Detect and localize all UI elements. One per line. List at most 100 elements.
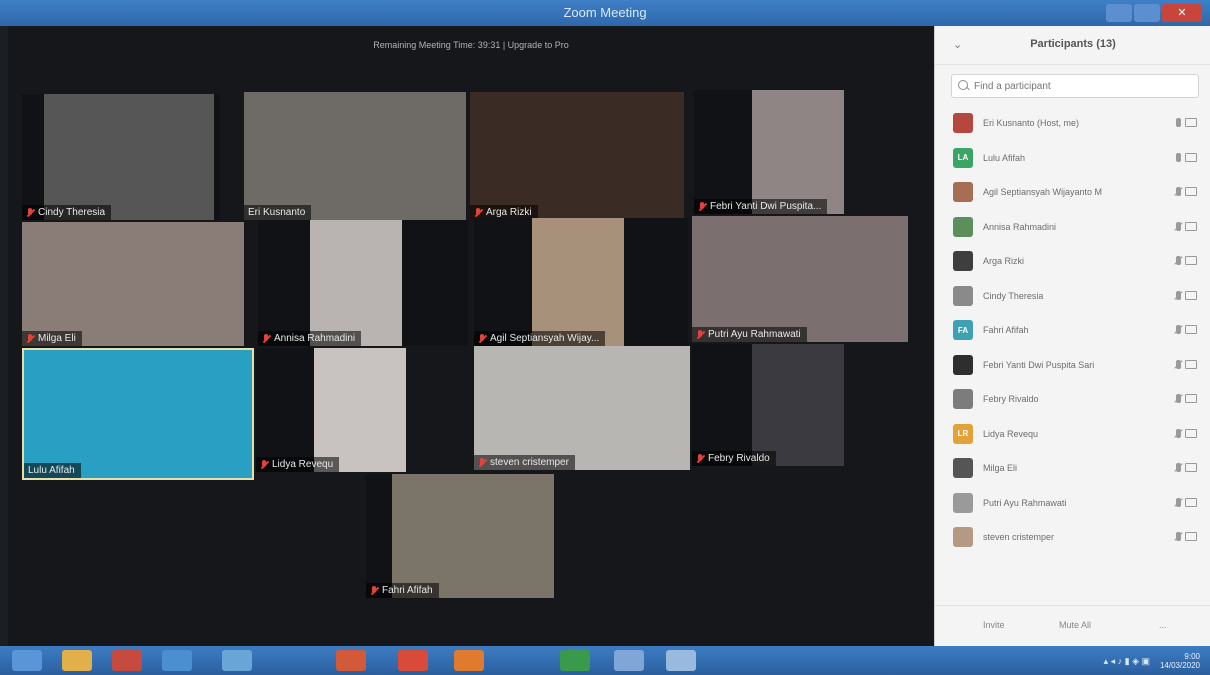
- mic-muted-icon[interactable]: [1176, 256, 1181, 265]
- video-tile[interactable]: Arga Rizki: [470, 92, 684, 220]
- video-tile[interactable]: Agil Septiansyah Wijay...: [474, 218, 688, 346]
- tile-label: steven cristemper: [474, 455, 575, 470]
- video-tile[interactable]: Fahri Afifah: [366, 474, 554, 598]
- avatar: LR: [953, 423, 973, 444]
- mic-muted-icon: [26, 333, 34, 344]
- participant-name: Milga Eli: [983, 463, 1018, 474]
- mic-muted-icon[interactable]: [1176, 463, 1181, 472]
- video-tile[interactable]: Cindy Theresia: [22, 94, 220, 220]
- mic-muted-icon: [474, 207, 482, 218]
- participant-row[interactable]: steven cristemper: [945, 520, 1205, 555]
- explorer-icon[interactable]: [62, 650, 92, 671]
- video-tile[interactable]: Eri Kusnanto: [244, 92, 466, 220]
- media-icon[interactable]: [222, 650, 252, 671]
- participants-title: Participants (13): [1030, 38, 1116, 50]
- video-tile[interactable]: Febri Yanti Dwi Puspita...: [694, 90, 844, 214]
- participant-name: Lidya Revequ: [983, 428, 1039, 439]
- mic-muted-icon[interactable]: [1176, 290, 1181, 300]
- mic-icon[interactable]: [1176, 152, 1181, 162]
- video-feed: [314, 348, 406, 472]
- window-title: Zoom Meeting: [563, 5, 647, 20]
- avatar: [953, 389, 973, 410]
- video-feed: [392, 474, 554, 598]
- camera-icon[interactable]: [1185, 532, 1197, 541]
- more-button[interactable]: ...: [1159, 620, 1167, 630]
- minimize-button[interactable]: [1106, 4, 1132, 22]
- camera-icon[interactable]: [1185, 118, 1197, 127]
- video-feed: [752, 344, 844, 466]
- window-titlebar: Zoom Meeting ✕: [0, 0, 1210, 26]
- invite-button[interactable]: Invite: [983, 620, 1005, 630]
- mic-muted-icon[interactable]: [1176, 394, 1181, 403]
- camera-icon[interactable]: [1185, 152, 1197, 162]
- camera-icon[interactable]: [1185, 290, 1197, 300]
- participant-row[interactable]: Putri Ayu Rahmawati: [945, 486, 1205, 521]
- mic-muted-icon[interactable]: [1176, 497, 1181, 507]
- avatar: LA: [953, 147, 973, 168]
- video-tile[interactable]: Lidya Revequ: [256, 348, 406, 472]
- search-input[interactable]: [972, 77, 1196, 95]
- avatar: [953, 113, 973, 134]
- chrome-icon[interactable]: [112, 650, 142, 671]
- participant-row[interactable]: Febri Yanti Dwi Puspita Sari: [945, 348, 1205, 383]
- camera-icon[interactable]: [1185, 325, 1197, 334]
- files-icon[interactable]: [162, 650, 192, 671]
- word-icon[interactable]: [398, 650, 428, 671]
- tile-label: Agil Septiansyah Wijay...: [474, 331, 606, 346]
- tile-label: Annisa Rahmadini: [258, 331, 362, 346]
- camera-icon[interactable]: [1185, 497, 1197, 507]
- system-tray[interactable]: ▴ ◂ ♪ ▮ ◈ ▣: [1104, 656, 1150, 667]
- video-tile[interactable]: Milga Eli: [22, 222, 244, 346]
- mic-muted-icon[interactable]: [1176, 221, 1181, 231]
- mic-muted-icon[interactable]: [1176, 532, 1181, 541]
- mute-all-button[interactable]: Mute All: [1059, 620, 1091, 630]
- zoom-icon[interactable]: [666, 650, 696, 671]
- camera-icon[interactable]: [1185, 463, 1197, 472]
- mic-muted-icon[interactable]: [1176, 428, 1181, 438]
- meeting-time-banner[interactable]: Remaining Meeting Time: 39:31 | Upgrade …: [8, 40, 934, 50]
- video-tile[interactable]: steven cristemper: [474, 346, 690, 470]
- camera-icon[interactable]: [1185, 187, 1197, 196]
- mic-muted-icon: [260, 459, 268, 470]
- mic-muted-icon[interactable]: [1176, 359, 1181, 369]
- video-tile-active-speaker[interactable]: Lulu Afifah: [22, 348, 254, 480]
- video-tile[interactable]: Febry Rivaldo: [692, 344, 844, 466]
- video-feed: [532, 218, 624, 346]
- participant-row[interactable]: Eri Kusnanto (Host, me): [945, 106, 1205, 141]
- participant-row[interactable]: LA Lulu Afifah: [945, 141, 1205, 176]
- powerpoint-icon[interactable]: [336, 650, 366, 671]
- video-feed: [474, 346, 690, 470]
- avatar: [953, 527, 973, 548]
- excel-icon[interactable]: [560, 650, 590, 671]
- video-tile[interactable]: Annisa Rahmadini: [258, 220, 468, 346]
- mic-muted-icon[interactable]: [1176, 325, 1181, 334]
- participant-search[interactable]: [951, 74, 1199, 98]
- participant-name: steven cristemper: [983, 532, 1055, 543]
- participant-row[interactable]: Arga Rizki: [945, 244, 1205, 279]
- participant-row[interactable]: Annisa Rahmadini: [945, 210, 1205, 245]
- mic-icon[interactable]: [1176, 118, 1181, 127]
- close-button[interactable]: ✕: [1162, 4, 1202, 22]
- participant-row[interactable]: LR Lidya Revequ: [945, 417, 1205, 452]
- start-button[interactable]: [12, 650, 42, 671]
- participant-row[interactable]: Cindy Theresia: [945, 279, 1205, 314]
- tile-label: Eri Kusnanto: [244, 205, 312, 220]
- participant-row[interactable]: Agil Septiansyah Wijayanto M: [945, 175, 1205, 210]
- clock[interactable]: 9:00 14/03/2020: [1160, 652, 1200, 670]
- participant-row[interactable]: Milga Eli: [945, 451, 1205, 486]
- mic-muted-icon[interactable]: [1176, 187, 1181, 196]
- participants-list: Eri Kusnanto (Host, me) LA Lulu Afifah A…: [945, 106, 1205, 555]
- maximize-button[interactable]: [1134, 4, 1160, 22]
- camera-icon[interactable]: [1185, 221, 1197, 231]
- participant-row[interactable]: Febry Rivaldo: [945, 382, 1205, 417]
- camera-icon[interactable]: [1185, 394, 1197, 403]
- video-feed: [244, 92, 466, 220]
- camera-icon[interactable]: [1185, 359, 1197, 369]
- camera-icon[interactable]: [1185, 256, 1197, 265]
- settings-icon[interactable]: [614, 650, 644, 671]
- camera-icon[interactable]: [1185, 428, 1197, 438]
- video-tile[interactable]: Putri Ayu Rahmawati: [692, 216, 908, 342]
- excel-icon[interactable]: [454, 650, 484, 671]
- participant-row[interactable]: FA Fahri Afifah: [945, 313, 1205, 348]
- participant-name: Fahri Afifah: [983, 325, 1029, 336]
